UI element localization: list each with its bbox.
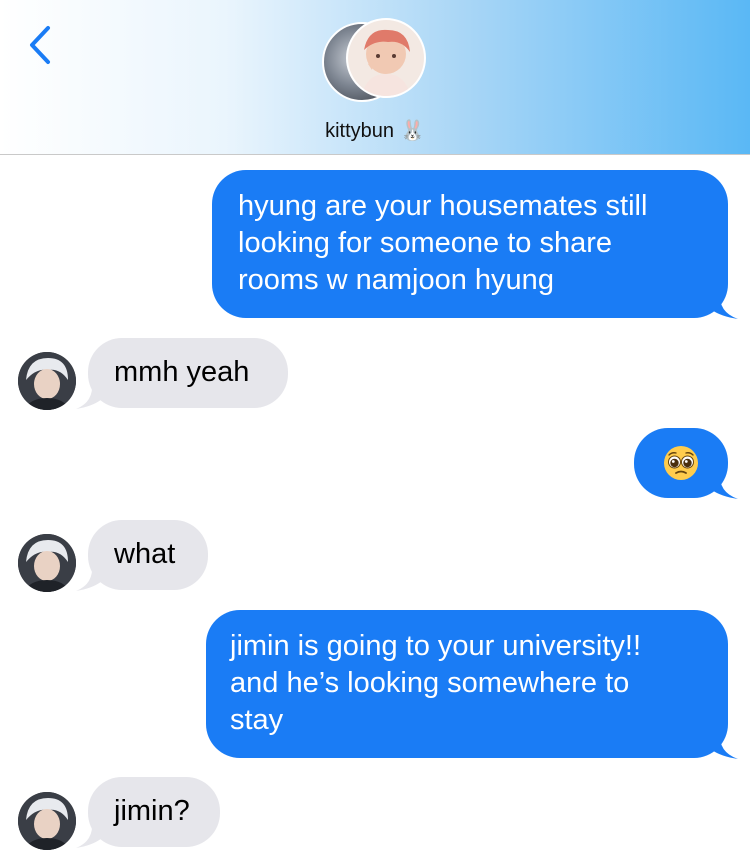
contact-avatar-small[interactable]	[18, 792, 76, 850]
bubble-tail	[700, 472, 738, 499]
chevron-left-icon	[30, 26, 50, 64]
sent-message[interactable]: hyung are your housemates still looking …	[212, 170, 728, 318]
received-message[interactable]: mmh yeah	[88, 338, 288, 408]
contact-name: kittybun	[325, 120, 395, 142]
contact-avatar-small[interactable]	[18, 534, 76, 592]
bubble-tail	[76, 564, 112, 591]
contact-avatar	[346, 18, 426, 98]
rabbit-emoji-icon: 🐰	[400, 118, 425, 142]
contact-avatar-group[interactable]	[322, 18, 432, 104]
bubble-tail	[76, 382, 112, 409]
bubble-tail	[700, 292, 738, 319]
message-line: looking for someone to share	[238, 227, 612, 259]
message-text: jimin?	[114, 795, 190, 827]
sent-message[interactable]: jimin is going to your university!! and …	[206, 610, 728, 758]
conversation-header: kittybun 🐰	[0, 0, 750, 155]
message-text: what	[114, 538, 176, 570]
bubble-tail	[76, 821, 112, 848]
pleading-face-icon	[664, 446, 698, 480]
message-line: and he’s looking somewhere to	[230, 667, 630, 699]
bubble-tail	[700, 732, 738, 759]
message-text: mmh yeah	[114, 356, 250, 388]
message-line: rooms w namjoon hyung	[238, 264, 554, 296]
message-line: hyung are your housemates still	[238, 190, 648, 222]
message-line: stay	[230, 704, 284, 736]
contact-name-row[interactable]: kittybun 🐰	[0, 117, 750, 144]
message-line: jimin is going to your university!!	[230, 630, 641, 662]
back-button[interactable]	[22, 22, 62, 68]
contact-avatar-small[interactable]	[18, 352, 76, 410]
